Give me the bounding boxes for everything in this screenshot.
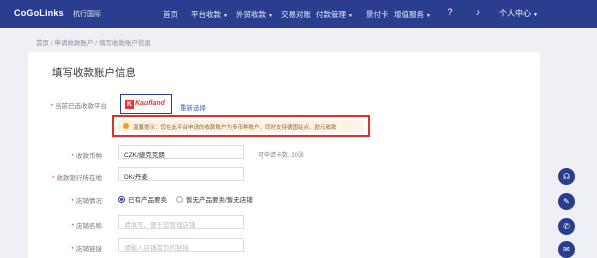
warning-icon	[123, 123, 129, 129]
tip-text: 温馨提示：您在此平台申请的收款账户为多币种账户，同时支持德国站点、欧元收款	[133, 125, 337, 131]
radio-unchecked-icon	[176, 196, 183, 203]
platform-label: * 当前已选收款平台	[50, 103, 107, 110]
store-name-input[interactable]: 请填写，便于您管理店铺	[118, 215, 244, 229]
store-status-label: * 店铺情况	[71, 198, 102, 205]
chevron-down-icon: ▼	[348, 13, 353, 19]
top-nav-bar: CoGoLinks 杭行国际 首页 平台收款 ▼ 外贸收款 ▼ 交易对账 付款管理 ▼…	[0, 0, 597, 28]
logo[interactable]: CoGoLinks	[14, 8, 64, 18]
platform-name: Kaufland	[135, 100, 165, 107]
nav-payment-management[interactable]: 付款管理 ▼	[316, 9, 353, 20]
chevron-down-icon: ▼	[268, 13, 273, 19]
store-link-input[interactable]: 请输入店铺首页的链接	[118, 238, 244, 252]
nav-value-added[interactable]: 增值服务 ▼	[394, 9, 431, 20]
breadcrumb[interactable]: 首页 / 申请收款账户 / 填写收款账户信息	[36, 37, 151, 47]
nav-home[interactable]: 首页	[163, 9, 178, 20]
headset-icon[interactable]: ☊	[558, 168, 575, 185]
country-label: * 收款银行所在地	[51, 175, 102, 182]
currency-hint: 可申请卡数: 20张	[258, 153, 305, 159]
bank-country-field[interactable]: DK/丹麦	[118, 167, 244, 181]
user-menu[interactable]: 个人中心 ▼	[499, 8, 538, 19]
tip-banner: 温馨提示：您在此平台申请的收款账户为多币种账户，同时支持德国站点、欧元收款	[118, 120, 364, 132]
question-circle-icon[interactable]: ?	[444, 7, 456, 19]
currency-field[interactable]: CZK/捷克克朗	[118, 145, 244, 159]
chevron-down-icon: ▼	[223, 13, 228, 19]
nav-card[interactable]: 景付卡	[366, 9, 389, 20]
tip-highlight-box: 温馨提示：您在此平台申请的收款账户为多币种账户，同时支持德国站点、欧元收款	[112, 115, 370, 137]
store-link-label: * 店铺链接	[71, 246, 102, 253]
phone-icon[interactable]: ✆	[558, 218, 575, 235]
kaufland-logo-icon: K	[125, 100, 134, 109]
feedback-icon[interactable]: ✎	[558, 193, 575, 210]
nav-reconciliation[interactable]: 交易对账	[281, 9, 311, 20]
logo-subtitle: 杭行国际	[73, 11, 101, 18]
currency-label: * 收款币种	[71, 153, 102, 160]
platform-card[interactable]: K Kaufland	[120, 94, 172, 114]
mail-icon[interactable]: ✉	[558, 241, 575, 258]
chevron-down-icon: ▼	[426, 13, 431, 19]
nav-trade-receipt[interactable]: 外贸收款 ▼	[236, 9, 273, 20]
radio-checked-icon	[118, 196, 125, 203]
radio-no-products[interactable]: 暂无产品要卖/暂无店铺	[176, 194, 253, 204]
store-name-label: * 店铺名称	[71, 223, 102, 230]
bell-icon[interactable]: ♪	[472, 7, 484, 19]
chevron-down-icon: ▼	[533, 12, 538, 18]
page-title: 填写收款账户信息	[52, 67, 136, 79]
reselect-link[interactable]: 重新选择	[180, 102, 206, 112]
radio-has-products[interactable]: 已有产品要卖	[118, 194, 167, 204]
nav-platform-receipt[interactable]: 平台收款 ▼	[191, 9, 228, 20]
form-panel: 填写收款账户信息 * 当前已选收款平台 K Kaufland 重新选择 温馨提示：…	[28, 52, 540, 258]
